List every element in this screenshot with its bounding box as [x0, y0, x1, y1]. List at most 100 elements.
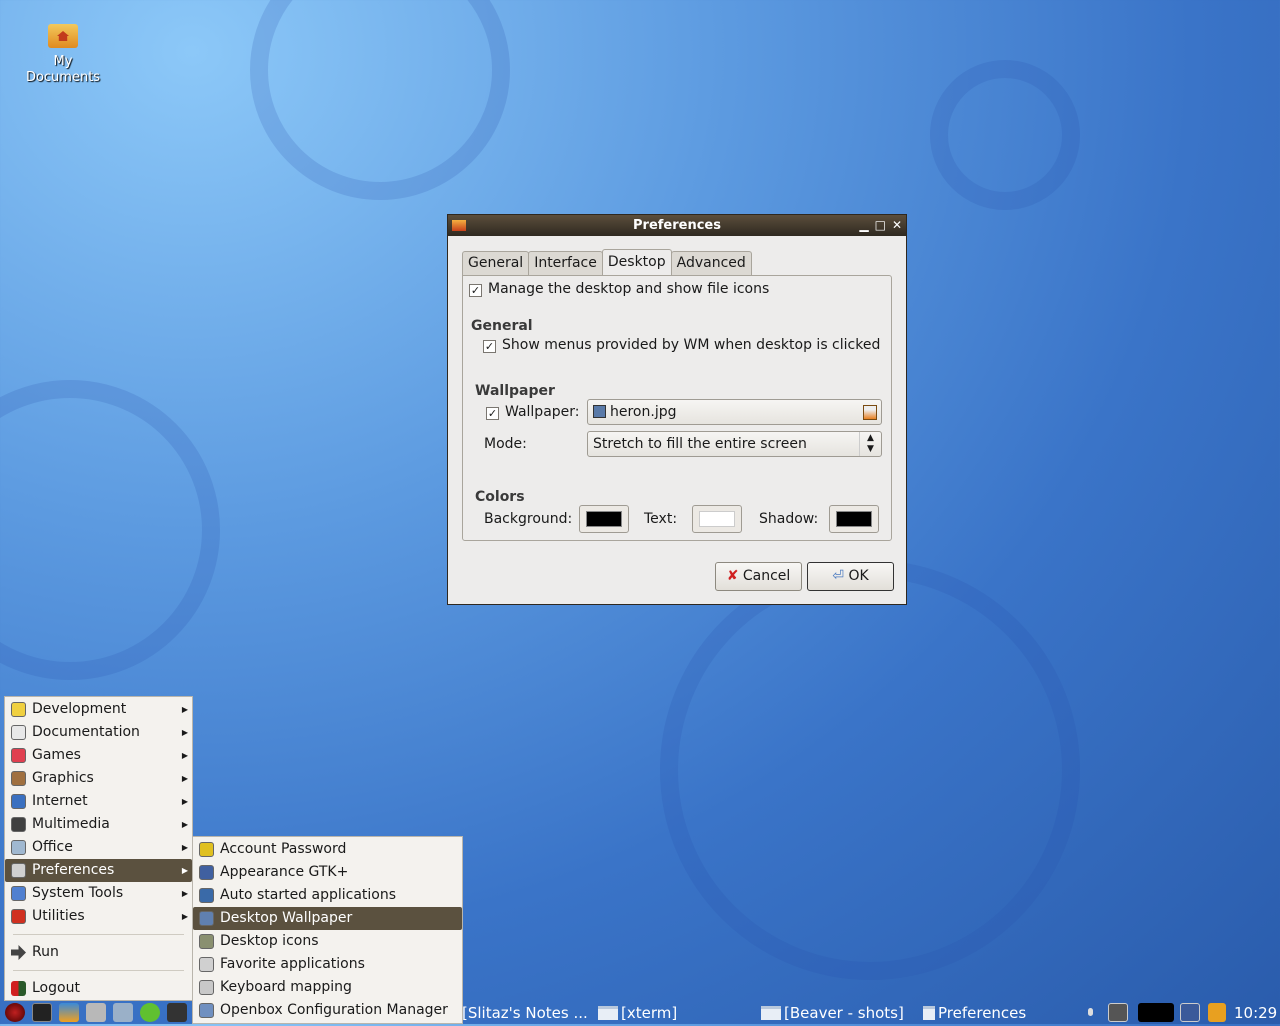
start-menu-button[interactable] — [5, 1003, 25, 1022]
submenu-arrow-icon: ▶ — [181, 843, 188, 852]
favorites-icon — [199, 957, 214, 972]
menu-item-preferences[interactable]: Preferences ▶ — [5, 859, 192, 882]
window-icon — [761, 1006, 781, 1020]
task-slitaz-notes[interactable]: [Slitaz's Notes ... — [462, 1000, 588, 1026]
window-icon — [923, 1006, 935, 1020]
submenu-arrow-icon: ▶ — [181, 774, 188, 783]
menu-item-run[interactable]: Run — [5, 941, 192, 964]
tab-bar: General Interface Desktop Advanced — [462, 249, 752, 275]
submenu-item-keyboard-mapping[interactable]: Keyboard mapping — [193, 976, 462, 999]
logout-icon — [11, 981, 26, 996]
submenu-item-desktop-icons[interactable]: Desktop icons — [193, 930, 462, 953]
file-manager-launcher-icon[interactable] — [86, 1003, 106, 1022]
shadow-color-swatch — [836, 511, 872, 527]
task-beaver[interactable]: [Beaver - shots] — [761, 1000, 904, 1026]
cancel-button[interactable]: ✘ Cancel — [715, 562, 802, 591]
wallpaper-header: Wallpaper — [475, 383, 555, 399]
taskbar: [Slitaz's Notes ... [xterm] [Beaver - sh… — [0, 1000, 1280, 1024]
manage-desktop-checkbox[interactable]: ✓ Manage the desktop and show file icons — [469, 281, 769, 297]
display-icon[interactable] — [1180, 1003, 1200, 1022]
submenu-arrow-icon: ▶ — [181, 705, 188, 714]
utilities-icon — [11, 909, 26, 924]
keyboard-icon — [199, 980, 214, 995]
office-icon — [11, 840, 26, 855]
games-icon — [11, 748, 26, 763]
tab-general[interactable]: General — [462, 251, 530, 275]
graphics-icon — [11, 771, 26, 786]
window-title: Preferences — [633, 218, 721, 233]
clock[interactable]: 10:29 — [1234, 1000, 1277, 1026]
shadow-label: Shadow: — [759, 511, 819, 527]
screenshot-launcher-icon[interactable] — [167, 1003, 187, 1022]
spinner-arrows-icon: ▲ ▼ — [859, 432, 881, 456]
preferences-dialog: Preferences ▁ □ ✕ General Interface Deskto… — [447, 214, 907, 605]
submenu-arrow-icon: ▶ — [181, 889, 188, 898]
submenu-item-favorite-applications[interactable]: Favorite applications — [193, 953, 462, 976]
background-label: Background: — [484, 511, 573, 527]
minimize-button[interactable]: ▁ — [859, 215, 868, 236]
close-button[interactable]: ✕ — [892, 215, 902, 236]
network-icon[interactable] — [1108, 1003, 1128, 1022]
menu-item-logout[interactable]: Logout — [5, 977, 192, 1000]
show-wm-menus-checkbox[interactable]: ✓ Show menus provided by WM when desktop … — [483, 337, 880, 353]
background-color-button[interactable] — [579, 505, 629, 533]
browser-launcher-icon[interactable] — [59, 1003, 79, 1022]
desktop-icon-my-documents[interactable]: My Documents — [20, 20, 106, 86]
cancel-x-icon: ✘ — [726, 568, 739, 584]
mode-select[interactable]: Stretch to fill the entire screen ▲ ▼ — [587, 431, 882, 457]
home-folder-icon — [48, 24, 78, 48]
task-preferences[interactable]: Preferences — [923, 1000, 1026, 1026]
ok-button[interactable]: ⏎ OK — [807, 562, 894, 591]
submenu-item-appearance-gtk[interactable]: Appearance GTK+ — [193, 861, 462, 884]
tab-interface[interactable]: Interface — [528, 251, 603, 275]
lock-icon — [199, 842, 214, 857]
menu-item-office[interactable]: Office ▶ — [5, 836, 192, 859]
checkmark-icon: ✓ — [486, 407, 499, 420]
desktop-icons-icon — [199, 934, 214, 949]
menu-item-internet[interactable]: Internet ▶ — [5, 790, 192, 813]
wallpaper-icon — [199, 911, 214, 926]
run-arrow-icon — [11, 945, 26, 960]
package-icon[interactable] — [1208, 1003, 1226, 1022]
cpu-monitor — [1138, 1003, 1174, 1022]
general-header: General — [471, 318, 533, 334]
submenu-arrow-icon: ▶ — [181, 912, 188, 921]
enter-arrow-icon: ⏎ — [832, 568, 845, 584]
task-xterm[interactable]: [xterm] — [598, 1000, 677, 1026]
wallpaper-file-chooser[interactable]: heron.jpg — [587, 399, 882, 425]
text-label: Text: — [644, 511, 678, 527]
mode-label: Mode: — [484, 436, 527, 452]
documentation-icon — [11, 725, 26, 740]
maximize-button[interactable]: □ — [875, 215, 886, 236]
preferences-submenu: Account Password Appearance GTK+ Auto star… — [192, 836, 463, 1024]
tray-separator — [1088, 1008, 1093, 1016]
menu-item-utilities[interactable]: Utilities ▶ — [5, 905, 192, 928]
titlebar[interactable]: Preferences ▁ □ ✕ — [448, 215, 906, 236]
preferences-icon — [11, 863, 26, 878]
tab-advanced[interactable]: Advanced — [670, 251, 752, 275]
wallpaper-checkbox[interactable]: ✓ Wallpaper: — [486, 404, 580, 420]
menu-item-documentation[interactable]: Documentation ▶ — [5, 721, 192, 744]
shadow-color-button[interactable] — [829, 505, 879, 533]
submenu-arrow-icon: ▶ — [181, 728, 188, 737]
multimedia-icon — [11, 817, 26, 832]
menu-item-games[interactable]: Games ▶ — [5, 744, 192, 767]
submenu-item-account-password[interactable]: Account Password — [193, 838, 462, 861]
text-color-swatch — [699, 511, 735, 527]
submenu-item-desktop-wallpaper[interactable]: Desktop Wallpaper — [193, 907, 462, 930]
control-panel-launcher-icon[interactable] — [113, 1003, 133, 1022]
menu-item-system-tools[interactable]: System Tools ▶ — [5, 882, 192, 905]
editor-launcher-icon[interactable] — [140, 1003, 160, 1022]
colors-header: Colors — [475, 489, 525, 505]
tab-desktop[interactable]: Desktop — [601, 249, 672, 274]
terminal-launcher-icon[interactable] — [32, 1003, 52, 1022]
desktop-tab-panel: ✓ Manage the desktop and show file icons … — [462, 275, 892, 541]
background-color-swatch — [586, 511, 622, 527]
text-color-button[interactable] — [692, 505, 742, 533]
menu-item-development[interactable]: Development ▶ — [5, 698, 192, 721]
menu-item-multimedia[interactable]: Multimedia ▶ — [5, 813, 192, 836]
menu-item-graphics[interactable]: Graphics ▶ — [5, 767, 192, 790]
image-file-icon — [593, 405, 606, 418]
submenu-item-auto-started-applications[interactable]: Auto started applications — [193, 884, 462, 907]
submenu-arrow-icon: ▶ — [181, 751, 188, 760]
